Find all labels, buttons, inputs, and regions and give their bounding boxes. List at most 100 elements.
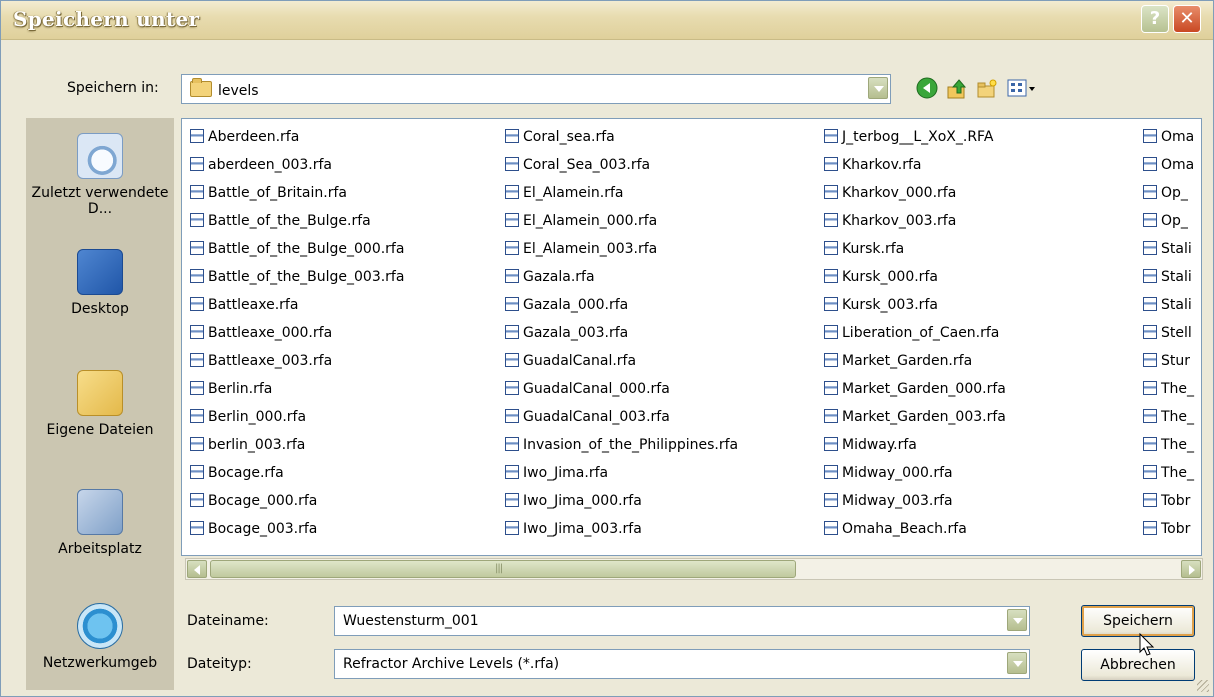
file-item[interactable]: Bocage.rfa: [190, 459, 404, 487]
archive-file-icon: [505, 521, 519, 535]
file-item[interactable]: The_: [1143, 459, 1194, 487]
file-item[interactable]: The_: [1143, 403, 1194, 431]
archive-file-icon: [1143, 157, 1157, 171]
file-list[interactable]: Aberdeen.rfa aberdeen_003.rfa Battle_of_Br…: [181, 118, 1202, 556]
file-item[interactable]: Battle_of_Britain.rfa: [190, 179, 404, 207]
file-item[interactable]: Tobr: [1143, 487, 1194, 515]
file-item[interactable]: Kharkov_003.rfa: [824, 207, 1006, 235]
file-item[interactable]: aberdeen_003.rfa: [190, 151, 404, 179]
file-item[interactable]: GuadalCanal.rfa: [505, 347, 738, 375]
resize-grip[interactable]: [1197, 680, 1209, 692]
file-item[interactable]: Midway.rfa: [824, 431, 1006, 459]
file-item[interactable]: Omaha_Beach.rfa: [824, 515, 1006, 543]
archive-file-icon: [190, 353, 204, 367]
file-item[interactable]: Gazala_003.rfa: [505, 319, 738, 347]
file-item[interactable]: Liberation_of_Caen.rfa: [824, 319, 1006, 347]
chevron-down-icon[interactable]: [1007, 609, 1027, 631]
place-recent[interactable]: Zuletzt verwendete D...: [26, 133, 174, 217]
file-name: Stali: [1161, 297, 1192, 313]
file-item[interactable]: Battleaxe_003.rfa: [190, 347, 404, 375]
file-item[interactable]: The_: [1143, 431, 1194, 459]
new-folder-icon[interactable]: [975, 77, 999, 101]
save-button[interactable]: Speichern: [1081, 605, 1195, 637]
file-item[interactable]: Stali: [1143, 263, 1194, 291]
chevron-down-icon[interactable]: [1007, 652, 1027, 674]
file-name: Berlin.rfa: [208, 381, 273, 397]
scroll-left-button[interactable]: [187, 560, 207, 578]
file-item[interactable]: GuadalCanal_000.rfa: [505, 375, 738, 403]
file-item[interactable]: Stell: [1143, 319, 1194, 347]
file-item[interactable]: Op_: [1143, 207, 1194, 235]
file-item[interactable]: Kharkov.rfa: [824, 151, 1006, 179]
scroll-thumb[interactable]: [210, 560, 796, 578]
file-item[interactable]: Battle_of_the_Bulge.rfa: [190, 207, 404, 235]
file-item[interactable]: Invasion_of_the_Philippines.rfa: [505, 431, 738, 459]
chevron-down-icon[interactable]: [868, 77, 888, 99]
file-item[interactable]: Market_Garden.rfa: [824, 347, 1006, 375]
file-item[interactable]: El_Alamein_003.rfa: [505, 235, 738, 263]
place-desktop[interactable]: Desktop: [26, 249, 174, 317]
file-item[interactable]: J_terbog__L_XoX_.RFA: [824, 123, 1006, 151]
save-in-dropdown[interactable]: levels: [181, 74, 891, 104]
file-item[interactable]: Stali: [1143, 235, 1194, 263]
file-item[interactable]: Op_: [1143, 179, 1194, 207]
file-name: Stali: [1161, 269, 1192, 285]
close-button[interactable]: ✕: [1173, 5, 1201, 33]
cancel-button[interactable]: Abbrechen: [1081, 649, 1195, 681]
network-globe-icon: [77, 603, 123, 649]
file-item[interactable]: The_: [1143, 375, 1194, 403]
file-item[interactable]: Battleaxe_000.rfa: [190, 319, 404, 347]
file-item[interactable]: Tobr: [1143, 515, 1194, 543]
file-item[interactable]: berlin_003.rfa: [190, 431, 404, 459]
file-item[interactable]: Battle_of_the_Bulge_000.rfa: [190, 235, 404, 263]
file-item[interactable]: Battleaxe.rfa: [190, 291, 404, 319]
file-name: Battle_of_the_Bulge.rfa: [208, 213, 371, 229]
file-item[interactable]: Berlin.rfa: [190, 375, 404, 403]
file-item[interactable]: Bocage_000.rfa: [190, 487, 404, 515]
file-item[interactable]: Iwo_Jima_000.rfa: [505, 487, 738, 515]
file-item[interactable]: Stur: [1143, 347, 1194, 375]
file-item[interactable]: Midway_000.rfa: [824, 459, 1006, 487]
file-item[interactable]: Iwo_Jima.rfa: [505, 459, 738, 487]
file-item[interactable]: Aberdeen.rfa: [190, 123, 404, 151]
back-arrow-icon[interactable]: [915, 77, 939, 101]
up-folder-icon[interactable]: [945, 77, 969, 101]
file-name: Op_: [1161, 185, 1188, 201]
help-button[interactable]: ?: [1141, 5, 1169, 33]
file-item[interactable]: Kursk_000.rfa: [824, 263, 1006, 291]
file-item[interactable]: Oma: [1143, 151, 1194, 179]
file-item[interactable]: Bocage_003.rfa: [190, 515, 404, 543]
file-item[interactable]: Coral_sea.rfa: [505, 123, 738, 151]
horizontal-scrollbar[interactable]: [185, 558, 1203, 580]
file-item[interactable]: GuadalCanal_003.rfa: [505, 403, 738, 431]
file-item[interactable]: Iwo_Jima_003.rfa: [505, 515, 738, 543]
file-name: Kursk_003.rfa: [842, 297, 938, 313]
file-item[interactable]: El_Alamein.rfa: [505, 179, 738, 207]
place-my-computer[interactable]: Arbeitsplatz: [26, 489, 174, 557]
file-item[interactable]: Gazala.rfa: [505, 263, 738, 291]
file-item[interactable]: Stali: [1143, 291, 1194, 319]
filetype-dropdown[interactable]: Refractor Archive Levels (*.rfa): [334, 649, 1030, 679]
file-item[interactable]: Kursk.rfa: [824, 235, 1006, 263]
file-name: Kharkov_000.rfa: [842, 185, 957, 201]
file-item[interactable]: Oma: [1143, 123, 1194, 151]
place-network[interactable]: Netzwerkumgeb: [26, 603, 174, 671]
file-column-3: J_terbog__L_XoX_.RFA Kharkov.rfa Kharkov_0…: [824, 123, 1006, 543]
file-item[interactable]: Berlin_000.rfa: [190, 403, 404, 431]
file-item[interactable]: El_Alamein_000.rfa: [505, 207, 738, 235]
file-item[interactable]: Kursk_003.rfa: [824, 291, 1006, 319]
scroll-right-button[interactable]: [1181, 560, 1201, 578]
file-item[interactable]: Market_Garden_003.rfa: [824, 403, 1006, 431]
file-item[interactable]: Battle_of_the_Bulge_003.rfa: [190, 263, 404, 291]
file-item[interactable]: Midway_003.rfa: [824, 487, 1006, 515]
file-item[interactable]: Kharkov_000.rfa: [824, 179, 1006, 207]
file-item[interactable]: Coral_Sea_003.rfa: [505, 151, 738, 179]
filename-input[interactable]: Wuestensturm_001: [334, 606, 1030, 636]
place-my-documents[interactable]: Eigene Dateien: [26, 370, 174, 438]
file-item[interactable]: Market_Garden_000.rfa: [824, 375, 1006, 403]
view-menu-icon[interactable]: [1005, 77, 1037, 101]
title-bar[interactable]: Speichern unter ? ✕: [1, 1, 1213, 40]
file-item[interactable]: Gazala_000.rfa: [505, 291, 738, 319]
place-label: Desktop: [71, 301, 129, 317]
file-name: Battle_of_the_Bulge_003.rfa: [208, 269, 405, 285]
